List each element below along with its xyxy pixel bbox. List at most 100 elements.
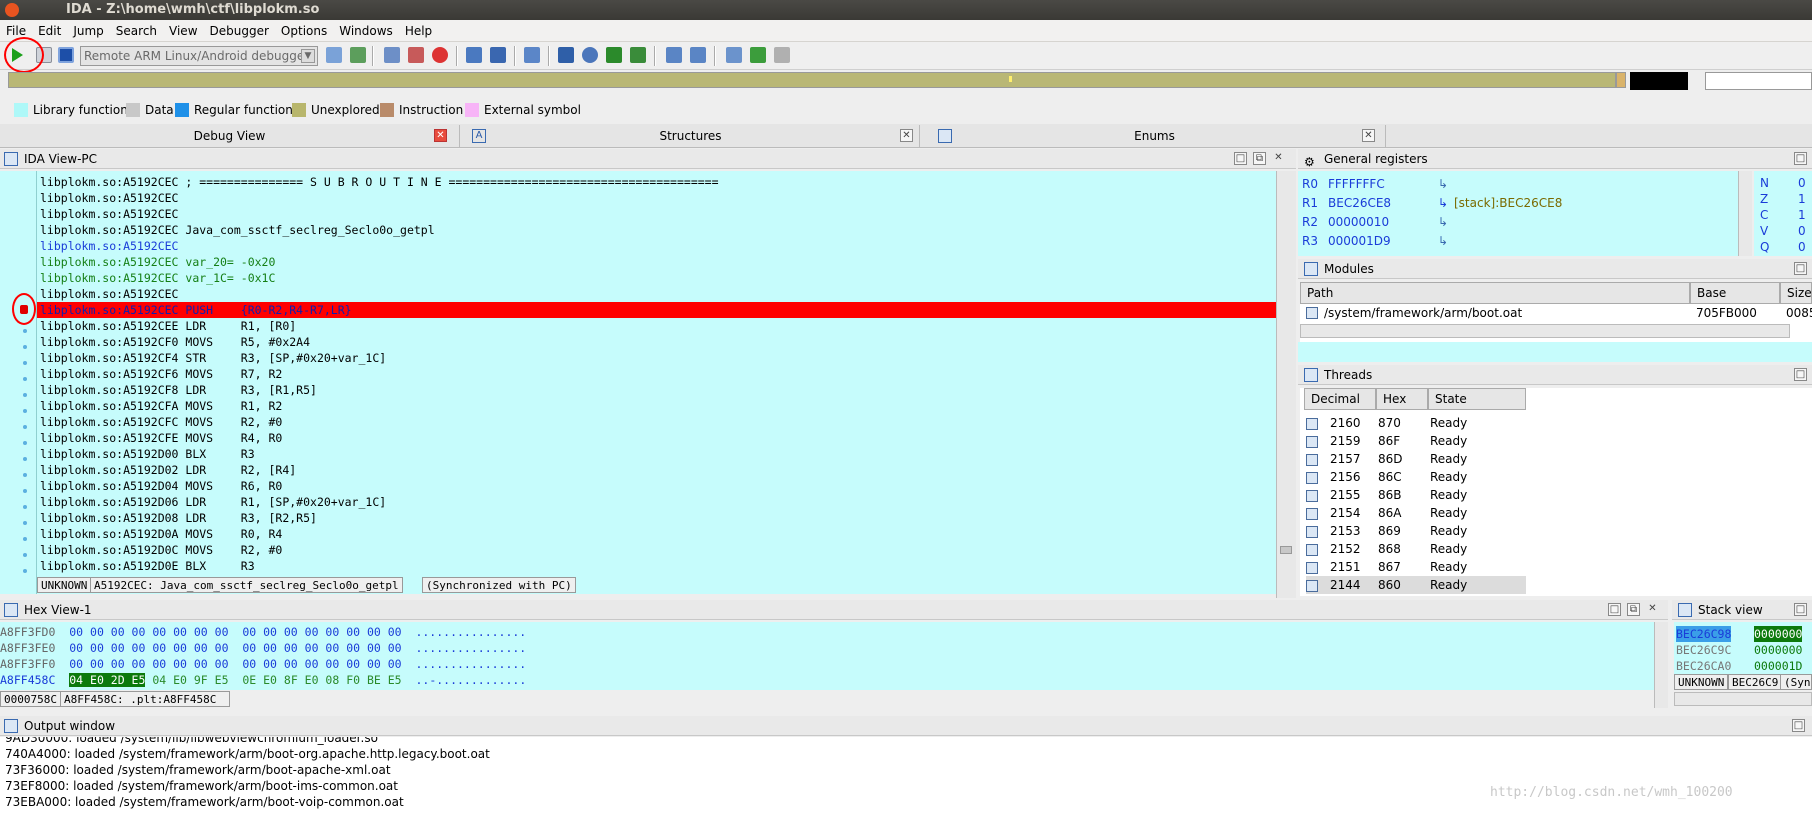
- hex-dump[interactable]: A8FF3FD0 00 00 00 00 00 00 00 00 00 00 0…: [0, 622, 1654, 690]
- restore-icon[interactable]: □: [1794, 262, 1807, 275]
- threads-title: Threads: [1324, 368, 1373, 382]
- column-header[interactable]: Decimal: [1304, 388, 1376, 410]
- goto-arrow-icon[interactable]: ↳: [1438, 232, 1448, 250]
- menu-jump[interactable]: Jump: [67, 20, 109, 42]
- close-icon[interactable]: ✕: [900, 129, 913, 142]
- column-header[interactable]: Size: [1780, 282, 1812, 304]
- hex-vertical-scrollbar[interactable]: [1654, 622, 1668, 708]
- restore-icon[interactable]: □: [1792, 719, 1805, 732]
- table-row[interactable]: 2153 869 Ready: [1306, 522, 1526, 540]
- register-value[interactable]: 000001D9: [1328, 232, 1391, 250]
- flag-value[interactable]: 0: [1798, 239, 1806, 255]
- table-row[interactable]: 2151 867 Ready: [1306, 558, 1526, 576]
- menu-edit[interactable]: Edit: [32, 20, 67, 42]
- flag-value[interactable]: 1: [1798, 207, 1806, 223]
- network-remove-icon[interactable]: [774, 47, 790, 63]
- menu-debugger[interactable]: Debugger: [204, 20, 275, 42]
- float-icon[interactable]: ⧉: [1627, 603, 1640, 616]
- ida-vertical-scrollbar[interactable]: [1276, 171, 1296, 598]
- flag-value[interactable]: 0: [1798, 175, 1806, 191]
- close-window-icon[interactable]: [5, 3, 19, 17]
- close-icon[interactable]: ✕: [1362, 129, 1375, 142]
- step-over-icon[interactable]: [490, 47, 506, 63]
- menu-help[interactable]: Help: [399, 20, 438, 42]
- register-value[interactable]: 00000010: [1328, 213, 1389, 231]
- network-add-icon[interactable]: [750, 47, 766, 63]
- restore-icon[interactable]: □: [1794, 603, 1807, 616]
- hex-highlight: 04 E0 2D E5: [69, 673, 146, 687]
- table-row[interactable]: 2154 86A Ready: [1306, 504, 1526, 522]
- flag-value[interactable]: 1: [1798, 191, 1806, 207]
- close-icon[interactable]: ✕: [1646, 603, 1659, 616]
- ida-line: libplokm.so:A5192CEC: [40, 207, 179, 221]
- column-header[interactable]: Hex: [1376, 388, 1428, 410]
- rewind-icon[interactable]: [582, 47, 598, 63]
- step-into-icon[interactable]: [466, 47, 482, 63]
- delete-breakpoint-icon[interactable]: [432, 47, 448, 63]
- column-header[interactable]: Path: [1300, 282, 1690, 304]
- hex-view-header: Hex View-1 □ ⧉ ✕: [0, 600, 1668, 620]
- jump-ip-icon[interactable]: [606, 47, 622, 63]
- ida-line-current-pc[interactable]: libplokm.so:A5192CEC PUSH {R0-R2,R4-R7,L…: [37, 302, 1276, 318]
- attach-process-icon[interactable]: [326, 47, 342, 63]
- table-row[interactable]: 2157 86D Ready: [1306, 450, 1526, 468]
- add-breakpoint-icon[interactable]: [408, 47, 424, 63]
- menu-view[interactable]: View: [163, 20, 203, 42]
- table-row[interactable]: 2152 868 Ready: [1306, 540, 1526, 558]
- stack-address: BEC26CA0: [1676, 659, 1732, 673]
- close-icon[interactable]: ✕: [434, 129, 447, 142]
- annotation-circle: [4, 37, 44, 73]
- float-icon[interactable]: ⧉: [1253, 152, 1266, 165]
- thread-icon: [1306, 543, 1318, 556]
- tab-debug-view[interactable]: Debug View ✕: [0, 125, 460, 147]
- table-row[interactable]: 2160 870 Ready: [1306, 414, 1526, 432]
- modules-hscrollbar[interactable]: [1300, 324, 1790, 338]
- flag-value[interactable]: 0: [1798, 223, 1806, 239]
- restore-icon[interactable]: □: [1794, 368, 1807, 381]
- ida-line: libplokm.so:A5192D0E BLX R3: [40, 559, 255, 573]
- table-row[interactable]: /system/framework/arm/boot.oat 705FB000 …: [1300, 304, 1812, 322]
- stop-process-button[interactable]: [58, 47, 74, 63]
- detach-process-icon[interactable]: [350, 47, 366, 63]
- restore-icon[interactable]: □: [1608, 603, 1621, 616]
- registers-panel[interactable]: R0 FFFFFFFC ↳ R1 BEC26CE8 ↳ [stack]:BEC2…: [1298, 171, 1738, 256]
- glasses-icon[interactable]: [726, 47, 742, 63]
- output-log[interactable]: 9AD30000: loaded /system/lib/libwebviewc…: [0, 737, 1812, 814]
- goto-arrow-icon[interactable]: ↳: [1438, 175, 1448, 193]
- windows-icon[interactable]: [690, 47, 706, 63]
- step-until-return-icon[interactable]: [558, 47, 574, 63]
- close-icon[interactable]: ✕: [1272, 152, 1285, 165]
- thread-icon: [1306, 579, 1318, 592]
- restore-icon[interactable]: □: [1234, 152, 1247, 165]
- tab-structures[interactable]: A Structures ✕: [462, 125, 920, 147]
- table-row[interactable]: 2156 86C Ready: [1306, 468, 1526, 486]
- registers-scrollbar[interactable]: [1738, 171, 1752, 256]
- address-input[interactable]: [1705, 72, 1812, 90]
- restore-icon[interactable]: □: [1794, 152, 1807, 165]
- menu-search[interactable]: Search: [110, 20, 163, 42]
- table-row[interactable]: 2155 86B Ready: [1306, 486, 1526, 504]
- scroll-thumb[interactable]: [1280, 546, 1292, 554]
- disassembly-view[interactable]: libplokm.so:A5192CEC ; =============== S…: [0, 171, 1276, 594]
- stack-hscrollbar[interactable]: [1674, 692, 1812, 706]
- nav-position-marker: [1009, 76, 1012, 82]
- menu-options[interactable]: Options: [275, 20, 333, 42]
- ida-line: libplokm.so:A5192D0A MOVS R0, R4: [40, 527, 283, 541]
- modules-spacer: [1298, 342, 1812, 362]
- table-row-selected[interactable]: 2144 860 Ready: [1306, 576, 1526, 594]
- register-value[interactable]: FFFFFFFC: [1328, 175, 1385, 193]
- navigation-band[interactable]: [8, 72, 1616, 88]
- trace-icon[interactable]: [630, 47, 646, 63]
- menu-windows[interactable]: Windows: [333, 20, 399, 42]
- breakpoint-list-icon[interactable]: [384, 47, 400, 63]
- run-to-cursor-icon[interactable]: [524, 47, 540, 63]
- goto-arrow-icon[interactable]: ↳: [1438, 213, 1448, 231]
- table-row[interactable]: 2159 86F Ready: [1306, 432, 1526, 450]
- column-header[interactable]: State: [1428, 388, 1526, 410]
- column-header[interactable]: Base: [1690, 282, 1780, 304]
- debugger-select[interactable]: Remote ARM Linux/Android debugger ▼: [80, 46, 318, 66]
- tab-enums[interactable]: Enums ✕: [924, 125, 1386, 147]
- goto-arrow-icon[interactable]: ↳: [1438, 194, 1448, 212]
- window-icon[interactable]: [666, 47, 682, 63]
- register-value[interactable]: BEC26CE8: [1328, 194, 1391, 212]
